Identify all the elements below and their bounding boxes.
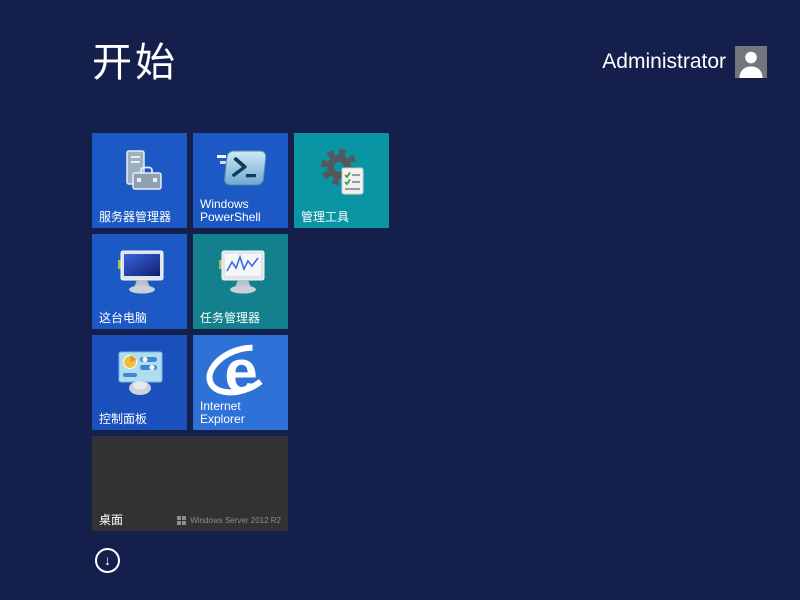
powershell-icon bbox=[216, 150, 266, 186]
user-name[interactable]: Administrator bbox=[602, 50, 726, 74]
server-manager-icon bbox=[125, 150, 162, 190]
watermark-text: Windows Server 2012 R2 bbox=[190, 516, 281, 525]
tile-label: Internet Explorer bbox=[200, 399, 245, 426]
tile-label: 服务器管理器 bbox=[99, 210, 172, 224]
tile-windows-powershell[interactable]: Windows PowerShell bbox=[193, 133, 288, 228]
tile-internet-explorer[interactable]: e Internet Explorer bbox=[193, 335, 288, 430]
user-avatar-icon[interactable] bbox=[735, 46, 767, 78]
expand-apps-button[interactable]: ↓ bbox=[95, 548, 120, 573]
tile-label: 这台电脑 bbox=[99, 311, 148, 325]
tile-server-manager[interactable]: 服务器管理器 bbox=[92, 133, 187, 228]
tile-label: 管理工具 bbox=[301, 210, 350, 224]
os-watermark: Windows Server 2012 R2 bbox=[177, 516, 281, 525]
performance-monitor-icon bbox=[218, 250, 264, 294]
down-arrow-icon: ↓ bbox=[104, 552, 111, 568]
windows-logo-icon bbox=[177, 516, 187, 525]
tile-label: 任务管理器 bbox=[200, 311, 261, 325]
gear-checklist-icon bbox=[320, 149, 363, 195]
tile-grid: 服务器管理器 Windows PowerShell 管理工具 这台电脑 任务管理… bbox=[92, 133, 492, 543]
tile-task-manager[interactable]: 任务管理器 bbox=[193, 234, 288, 329]
tile-desktop[interactable]: 桌面 Windows Server 2012 R2 bbox=[92, 436, 288, 531]
tile-control-panel[interactable]: 控制面板 bbox=[92, 335, 187, 430]
page-title: 开始 bbox=[92, 41, 178, 85]
tile-this-pc[interactable]: 这台电脑 bbox=[92, 234, 187, 329]
tile-admin-tools[interactable]: 管理工具 bbox=[294, 133, 389, 228]
user-area[interactable]: Administrator bbox=[602, 46, 767, 78]
ie-logo-icon: e bbox=[205, 338, 276, 405]
tile-label: 控制面板 bbox=[99, 412, 148, 426]
computer-icon bbox=[117, 250, 163, 294]
control-panel-icon bbox=[118, 351, 162, 395]
tile-label: Windows PowerShell bbox=[200, 197, 261, 224]
